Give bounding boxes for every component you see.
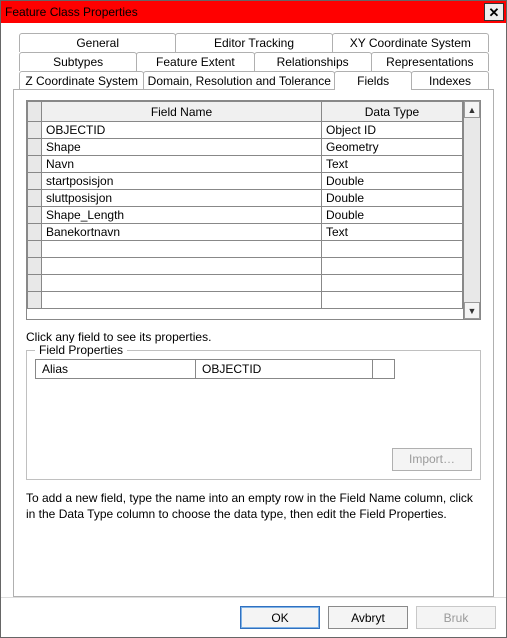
table-row[interactable]: ShapeGeometry (28, 139, 463, 156)
table-row[interactable]: NavnText (28, 156, 463, 173)
col-header-data-type[interactable]: Data Type (322, 102, 463, 122)
field-properties-group: Field Properties Alias OBJECTID Import… (26, 350, 481, 480)
import-button: Import… (392, 448, 472, 471)
row-header[interactable] (28, 173, 42, 190)
field-properties-legend: Field Properties (35, 343, 127, 357)
cell-data-type[interactable]: Text (322, 224, 463, 241)
cell-data-type[interactable]: Object ID (322, 122, 463, 139)
tab-domain-resolution-tolerance[interactable]: Domain, Resolution and Tolerance (143, 71, 335, 90)
cell-field-name[interactable]: sluttposisjon (42, 190, 322, 207)
cell-data-type[interactable] (322, 292, 463, 309)
cell-data-type[interactable] (322, 241, 463, 258)
tab-row-2: Subtypes Feature Extent Relationships Re… (19, 52, 488, 71)
tab-representations[interactable]: Representations (371, 52, 489, 71)
cell-field-name[interactable]: Navn (42, 156, 322, 173)
cell-field-name[interactable] (42, 292, 322, 309)
cell-data-type[interactable]: Geometry (322, 139, 463, 156)
cell-data-type[interactable]: Double (322, 173, 463, 190)
property-value[interactable]: OBJECTID (196, 360, 373, 379)
tab-z-coordinate-system[interactable]: Z Coordinate System (19, 71, 144, 90)
field-properties-table[interactable]: Alias OBJECTID (35, 359, 395, 379)
scroll-up-icon[interactable]: ▲ (464, 101, 480, 118)
cell-field-name[interactable]: startposisjon (42, 173, 322, 190)
cell-data-type[interactable] (322, 275, 463, 292)
cell-field-name[interactable]: Shape (42, 139, 322, 156)
hint-text: Click any field to see its properties. (26, 330, 481, 344)
tab-editor-tracking[interactable]: Editor Tracking (175, 33, 332, 52)
cell-field-name[interactable]: Shape_Length (42, 207, 322, 224)
dialog-content: General Editor Tracking XY Coordinate Sy… (1, 23, 506, 597)
tab-general[interactable]: General (19, 33, 176, 52)
table-row[interactable]: sluttposisjonDouble (28, 190, 463, 207)
row-header[interactable] (28, 156, 42, 173)
cell-data-type[interactable]: Double (322, 190, 463, 207)
tab-feature-extent[interactable]: Feature Extent (136, 52, 254, 71)
property-name[interactable]: Alias (36, 360, 196, 379)
table-row[interactable]: BanekortnavnText (28, 224, 463, 241)
tab-subtypes[interactable]: Subtypes (19, 52, 137, 71)
scroll-down-icon[interactable]: ▼ (464, 302, 480, 319)
row-header[interactable] (28, 292, 42, 309)
col-header-field-name[interactable]: Field Name (42, 102, 322, 122)
property-row[interactable]: Alias OBJECTID (36, 360, 395, 379)
table-row[interactable]: OBJECTIDObject ID (28, 122, 463, 139)
row-header[interactable] (28, 122, 42, 139)
row-header[interactable] (28, 207, 42, 224)
tab-strip: General Editor Tracking XY Coordinate Sy… (13, 33, 494, 90)
tab-relationships[interactable]: Relationships (254, 52, 372, 71)
ok-button[interactable]: OK (240, 606, 320, 629)
properties-dialog: Feature Class Properties ✕ General Edito… (0, 0, 507, 638)
cell-field-name[interactable] (42, 275, 322, 292)
row-header[interactable] (28, 241, 42, 258)
tab-row-3: Z Coordinate System Domain, Resolution a… (19, 71, 488, 90)
cell-field-name[interactable] (42, 258, 322, 275)
close-icon: ✕ (489, 6, 500, 19)
cell-data-type[interactable]: Text (322, 156, 463, 173)
table-row[interactable]: startposisjonDouble (28, 173, 463, 190)
cell-field-name[interactable]: OBJECTID (42, 122, 322, 139)
cell-field-name[interactable]: Banekortnavn (42, 224, 322, 241)
table-row[interactable]: Shape_LengthDouble (28, 207, 463, 224)
tab-fields[interactable]: Fields (334, 71, 412, 90)
apply-button: Bruk (416, 606, 496, 629)
table-row[interactable] (28, 258, 463, 275)
cell-data-type[interactable] (322, 258, 463, 275)
table-row[interactable] (28, 275, 463, 292)
row-header[interactable] (28, 258, 42, 275)
help-text: To add a new field, type the name into a… (26, 490, 481, 522)
tab-indexes[interactable]: Indexes (411, 71, 489, 90)
table-row[interactable] (28, 292, 463, 309)
row-header[interactable] (28, 275, 42, 292)
cancel-button[interactable]: Avbryt (328, 606, 408, 629)
tab-row-1: General Editor Tracking XY Coordinate Sy… (19, 33, 488, 52)
tab-xy-coordinate-system[interactable]: XY Coordinate System (332, 33, 489, 52)
cell-data-type[interactable]: Double (322, 207, 463, 224)
row-header[interactable] (28, 190, 42, 207)
tab-body-fields: Field Name Data Type OBJECTIDObject ID S… (13, 89, 494, 597)
window-title: Feature Class Properties (5, 5, 138, 19)
vertical-scrollbar[interactable]: ▲ ▼ (463, 101, 480, 319)
fields-grid: Field Name Data Type OBJECTIDObject ID S… (26, 100, 481, 320)
dialog-footer: OK Avbryt Bruk (1, 597, 506, 637)
table-row[interactable] (28, 241, 463, 258)
fields-table[interactable]: Field Name Data Type OBJECTIDObject ID S… (27, 101, 463, 309)
titlebar: Feature Class Properties ✕ (1, 1, 506, 23)
close-button[interactable]: ✕ (484, 3, 504, 21)
row-header[interactable] (28, 224, 42, 241)
property-button-cell[interactable] (373, 360, 395, 379)
cell-field-name[interactable] (42, 241, 322, 258)
row-header[interactable] (28, 139, 42, 156)
corner-header (28, 102, 42, 122)
